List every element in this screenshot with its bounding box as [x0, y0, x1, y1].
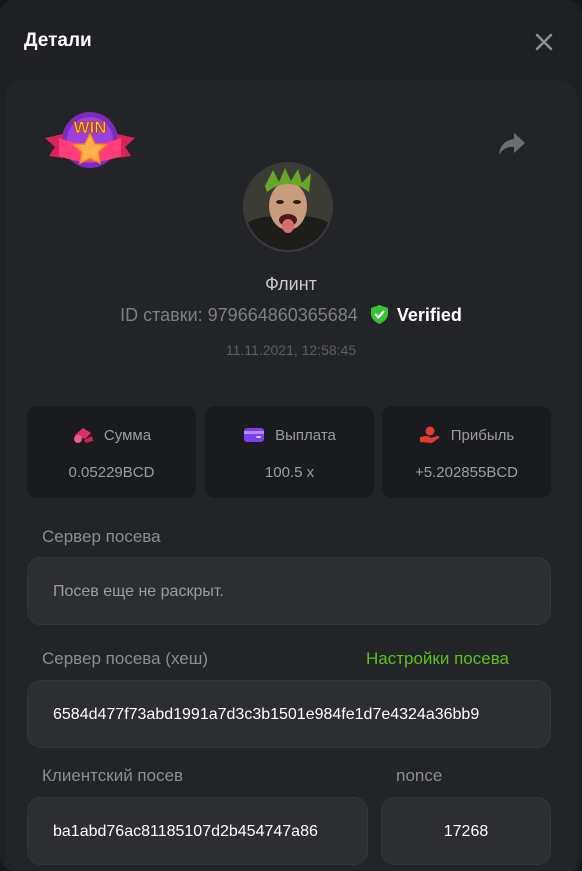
bet-id: ID ставки: 979664860365684	[120, 305, 358, 325]
hand-coin-icon	[419, 426, 440, 443]
coins-icon	[73, 428, 93, 443]
modal-header: Детали	[0, 0, 582, 82]
stat-card-profit: Прибыль +5.202855BCD	[382, 406, 551, 498]
player-name: Флинт	[265, 274, 317, 294]
client-seed-field[interactable]: ba1abd76ac81185107d2b454747a86	[27, 797, 368, 865]
server-seed-hash-label: Сервер посева (хеш)	[42, 649, 209, 668]
share-button[interactable]	[497, 130, 527, 158]
share-icon	[499, 133, 525, 155]
close-button[interactable]	[532, 30, 556, 54]
stat-label-payout: Выплата	[275, 427, 336, 444]
stat-value-sum: 0.05229BCD	[68, 464, 155, 481]
server-seed-value: Посев еще не раскрыт.	[53, 583, 224, 600]
details-modal: Детали WIN Флинт ID ставки: 979664860365…	[0, 0, 582, 871]
stat-label-sum: Сумма	[103, 427, 152, 444]
stat-label-profit: Прибыль	[450, 427, 515, 444]
seed-settings-link[interactable]: Настройки посева	[366, 649, 509, 669]
server-seed-hash-field[interactable]: 6584d477f73abd1991a7d3c3b1501e984fe1d7e4…	[27, 680, 551, 748]
svg-text:WIN: WIN	[73, 118, 106, 137]
stat-value-profit: +5.202855BCD	[415, 464, 518, 481]
shield-check-icon	[370, 305, 388, 324]
win-badge-icon: WIN	[45, 112, 135, 168]
stat-card-sum: Сумма 0.05229BCD	[27, 406, 196, 498]
server-seed-hash-value: 6584d477f73abd1991a7d3c3b1501e984fe1d7e4…	[53, 706, 480, 723]
bet-timestamp: 11.11.2021, 12:58:45	[225, 342, 357, 358]
nonce-value: 17268	[443, 823, 489, 840]
nonce-label: nonce	[396, 766, 443, 785]
stat-card-payout: Выплата 100.5 x	[205, 406, 374, 498]
bet-id-row: ID ставки: 979664860365684 Verified	[0, 305, 582, 326]
client-seed-label: Клиентский посев	[42, 766, 184, 785]
server-seed-label: Сервер посева	[42, 527, 161, 546]
modal-title: Детали	[24, 30, 92, 51]
client-seed-value: ba1abd76ac81185107d2b454747a86	[53, 823, 318, 840]
close-icon	[535, 33, 553, 51]
stat-value-payout: 100.5 x	[264, 464, 315, 481]
avatar	[243, 162, 333, 252]
nonce-field[interactable]: 17268	[381, 797, 551, 865]
verified-label: Verified	[396, 305, 462, 325]
server-seed-field[interactable]: Посев еще не раскрыт.	[27, 557, 551, 625]
wallet-icon	[244, 428, 265, 442]
